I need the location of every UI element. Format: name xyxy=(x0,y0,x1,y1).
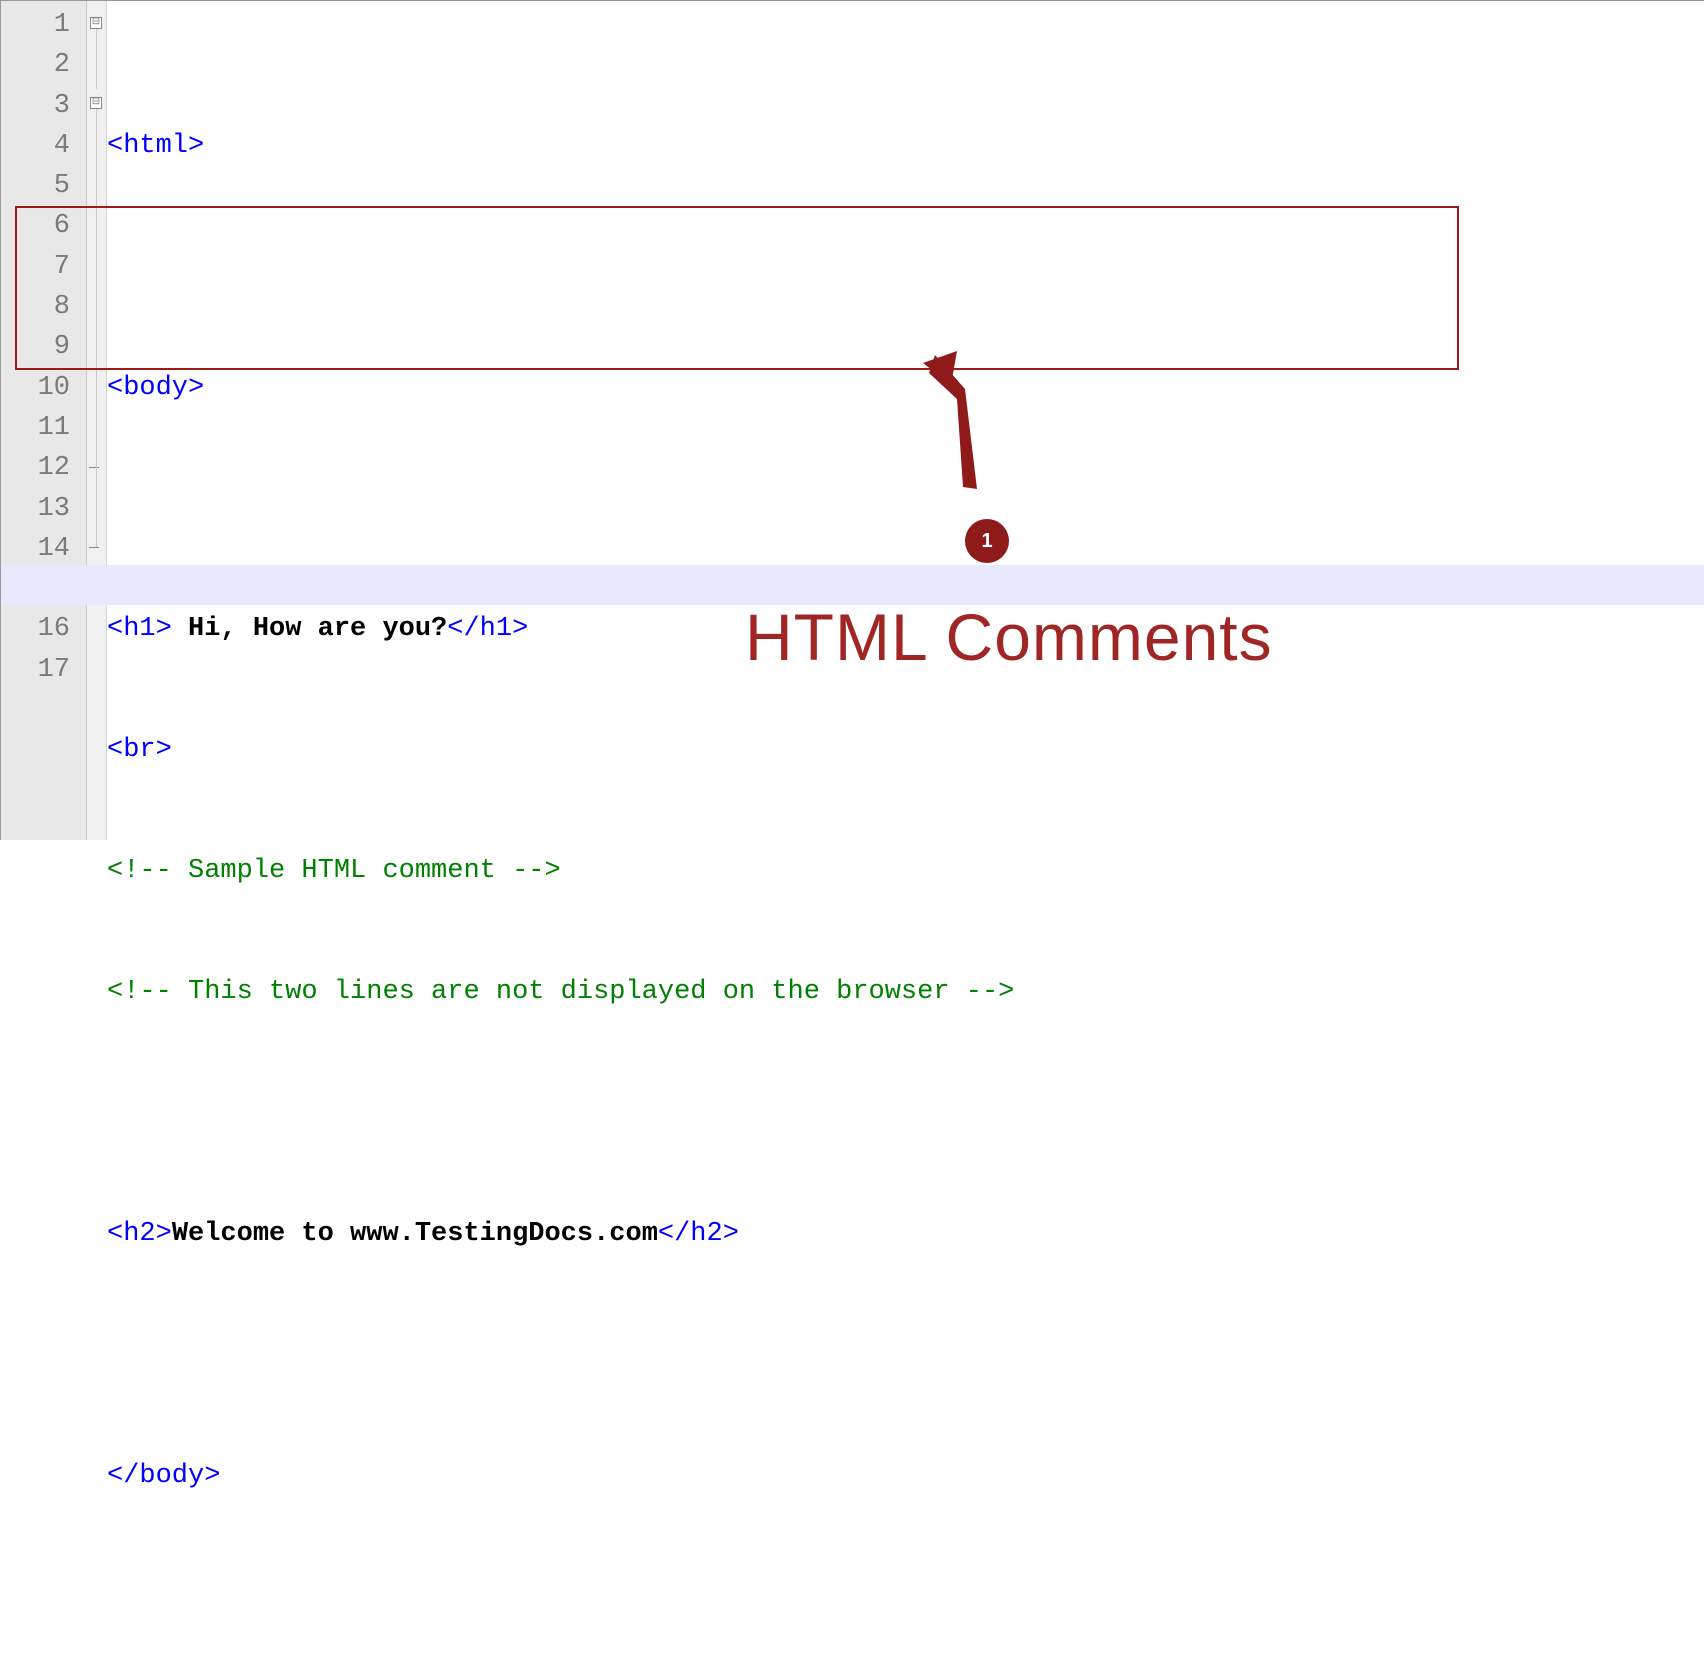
code-line xyxy=(107,489,1704,529)
line-number-gutter: 1 2 3 4 5 6 7 8 9 10 11 12 13 14 15 16 1… xyxy=(1,1,87,840)
code-line xyxy=(107,247,1704,287)
line-number: 6 xyxy=(1,206,70,246)
code-line: <body> xyxy=(107,368,1704,408)
code-line: </body> xyxy=(107,1456,1704,1496)
line-number: 7 xyxy=(1,247,70,287)
code-line xyxy=(107,1093,1704,1133)
tag-h2-open: <h2> xyxy=(107,1219,172,1249)
line-number: 14 xyxy=(1,529,70,569)
tag-br: <br> xyxy=(107,735,172,765)
text-h2: Welcome to www.TestingDocs.com xyxy=(172,1219,658,1249)
line-number: 10 xyxy=(1,368,70,408)
annotation-badge: 1 xyxy=(965,519,1009,563)
code-line: <!-- Sample HTML comment --> xyxy=(107,851,1704,891)
line-number: 3 xyxy=(1,86,70,126)
line-number: 13 xyxy=(1,489,70,529)
comment-line: <!-- This two lines are not displayed on… xyxy=(107,977,1014,1007)
line-number: 16 xyxy=(1,609,70,649)
badge-number: 1 xyxy=(981,530,992,553)
fold-end-icon xyxy=(89,467,99,468)
code-line xyxy=(107,1577,1704,1617)
line-number: 1 xyxy=(1,5,70,45)
comment-line: <!-- Sample HTML comment --> xyxy=(107,856,561,886)
tag-h2-close: </h2> xyxy=(658,1219,739,1249)
fold-end-icon xyxy=(89,547,99,548)
code-line: <br> xyxy=(107,730,1704,770)
code-editor[interactable]: 1 2 3 4 5 6 7 8 9 10 11 12 13 14 15 16 1… xyxy=(1,1,1704,840)
line-number: 17 xyxy=(1,650,70,690)
fold-guide xyxy=(96,109,97,469)
code-line xyxy=(107,1335,1704,1375)
tag-h1-open: <h1> xyxy=(107,614,172,644)
code-line: <!-- This two lines are not displayed on… xyxy=(107,972,1704,1012)
code-line: <h2>Welcome to www.TestingDocs.com</h2> xyxy=(107,1214,1704,1254)
line-number: 9 xyxy=(1,327,70,367)
fold-toggle-icon[interactable]: ⊟ xyxy=(90,17,102,29)
annotation-caption: HTML Comments xyxy=(745,599,1273,675)
line-number: 4 xyxy=(1,126,70,166)
line-number: 11 xyxy=(1,408,70,448)
code-line: <html> xyxy=(107,126,1704,166)
text-h1: Hi, How are you? xyxy=(172,614,447,644)
code-area[interactable]: <html> <body> <h1> Hi, How are you?</h1>… xyxy=(107,1,1704,840)
fold-guide xyxy=(96,29,97,89)
line-number: 8 xyxy=(1,287,70,327)
tag-body-close: </body> xyxy=(107,1461,220,1491)
line-number: 5 xyxy=(1,166,70,206)
fold-column: ⊟ ⊟ xyxy=(87,1,107,840)
tag-html: <html> xyxy=(107,131,204,161)
tag-body: <body> xyxy=(107,373,204,403)
fold-guide xyxy=(96,467,97,547)
line-number: 2 xyxy=(1,45,70,85)
fold-toggle-icon[interactable]: ⊟ xyxy=(90,97,102,109)
tag-h1-close: </h1> xyxy=(447,614,528,644)
line-number: 12 xyxy=(1,448,70,488)
